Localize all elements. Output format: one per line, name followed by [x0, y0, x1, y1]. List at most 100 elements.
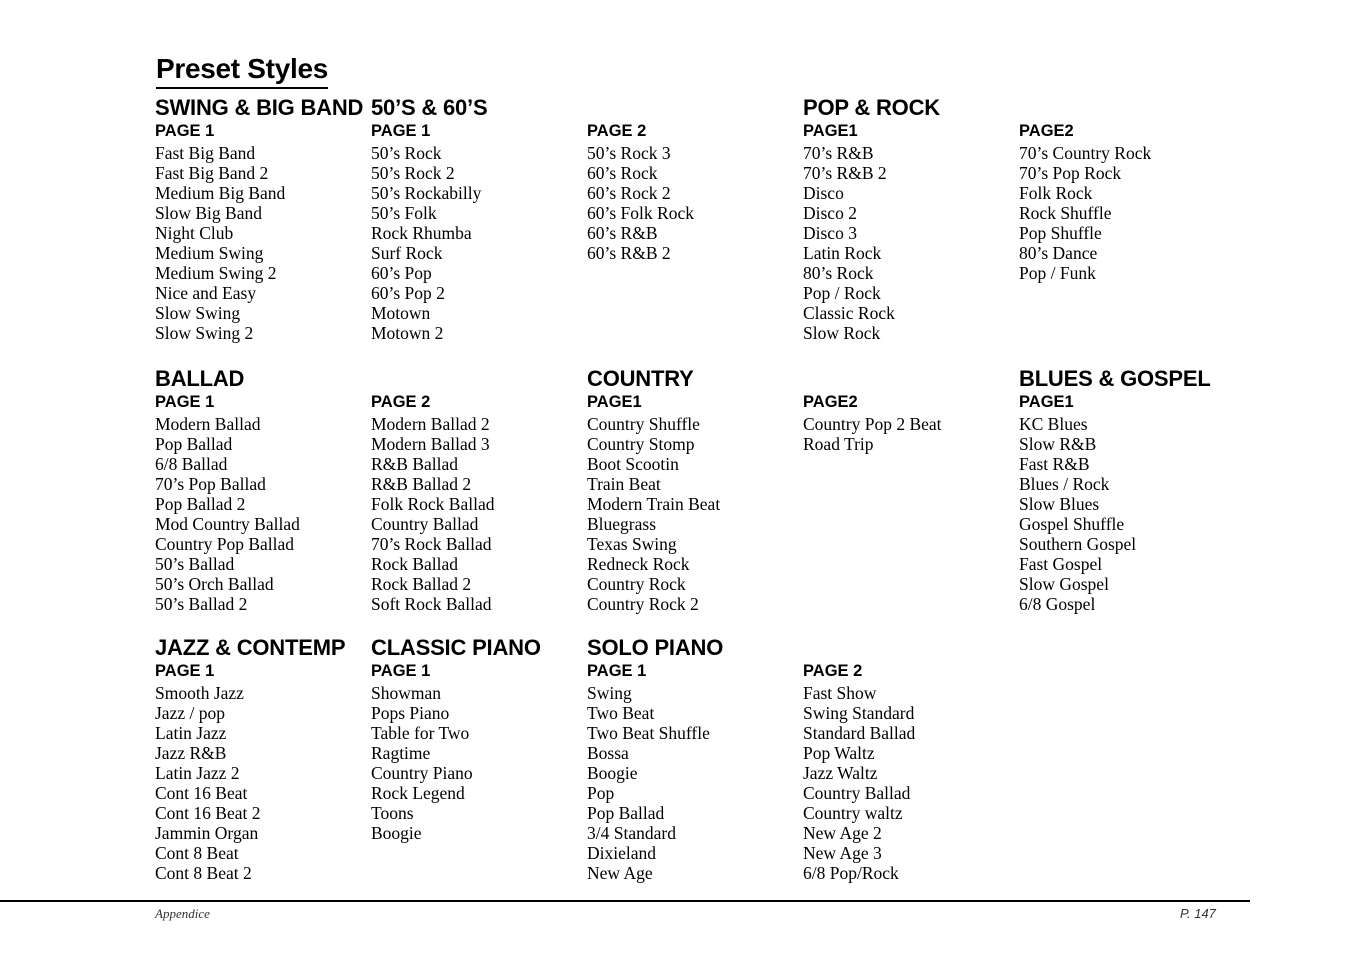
style-item: Slow Big Band [155, 203, 262, 223]
section-ballad-page2: PAGE 2 Modern Ballad 2 Modern Ballad 3 R&B … [371, 366, 581, 614]
style-item: Redneck Rock [587, 554, 690, 574]
style-item: Standard Ballad [803, 723, 916, 743]
style-item: Slow Blues [1019, 494, 1100, 514]
style-item: Motown [371, 303, 431, 323]
style-item: Fast Big Band [155, 143, 256, 163]
style-item: Bluegrass [587, 514, 657, 534]
style-item: Latin Rock [803, 243, 882, 263]
page-label: PAGE 2 [587, 122, 647, 140]
style-item: 50’s Rock 2 [371, 163, 455, 183]
style-item: Rock Ballad 2 [371, 574, 472, 594]
section-country-page1: COUNTRY PAGE1 Country Shuffle Country Stomp… [587, 366, 797, 614]
style-item: Slow Swing [155, 303, 241, 323]
page-label: PAGE 1 [155, 393, 215, 411]
style-item: Pop [587, 783, 615, 803]
page-label: PAGE1 [587, 393, 642, 411]
page-title: Preset Styles [156, 52, 328, 89]
style-item: Medium Swing [155, 243, 264, 263]
style-item: 50’s Rockabilly [371, 183, 482, 203]
style-item: Country Shuffle [587, 414, 700, 434]
style-item: Country Rock [587, 574, 686, 594]
style-item: Disco 3 [803, 223, 857, 243]
style-item: Rock Shuffle [1019, 203, 1112, 223]
style-item: Jammin Organ [155, 823, 259, 843]
style-item: Pop Ballad 2 [155, 494, 246, 514]
style-item: 70’s Country Rock [1019, 143, 1152, 163]
section-ballad-page1: BALLAD PAGE 1 Modern Ballad Pop Ballad 6/8 B… [155, 366, 365, 614]
style-item: Two Beat [587, 703, 655, 723]
section-fifties-page1: 50’S & 60’S PAGE 1 50’s Rock 50’s Rock 2 50’… [371, 95, 581, 343]
style-item: Pop Waltz [803, 743, 875, 763]
category-heading: BALLAD [155, 366, 245, 391]
style-item: Jazz Waltz [803, 763, 878, 783]
category-heading-spacer [1019, 95, 1229, 121]
style-item: 70’s R&B [803, 143, 874, 163]
style-item: Boogie [371, 823, 422, 843]
page-label: PAGE1 [803, 122, 858, 140]
style-item: 6/8 Gospel [1019, 594, 1096, 614]
style-item: Texas Swing [587, 534, 677, 554]
footer-page-number: P. 147 [1180, 906, 1216, 921]
style-item: Blues / Rock [1019, 474, 1110, 494]
page-label: PAGE 1 [155, 662, 215, 680]
style-item: Disco [803, 183, 844, 203]
page-label: PAGE2 [1019, 122, 1074, 140]
section-swing-page1: SWING & BIG BAND PAGE 1 Fast Big Band Fast … [155, 95, 365, 343]
page-label: PAGE 2 [803, 662, 863, 680]
style-item: Disco 2 [803, 203, 857, 223]
section-poprock-page2: PAGE2 70’s Country Rock 70’s Pop Rock Folk … [1019, 95, 1229, 283]
style-item: Modern Train Beat [587, 494, 721, 514]
style-item: Country waltz [803, 803, 903, 823]
style-item: 6/8 Pop/Rock [803, 863, 899, 883]
style-item: Jazz / pop [155, 703, 225, 723]
style-item: 70’s Pop Rock [1019, 163, 1122, 183]
footer-section-label: Appendice [155, 906, 210, 921]
style-item: Folk Rock [1019, 183, 1093, 203]
style-item: Modern Ballad 2 [371, 414, 490, 434]
style-item: Latin Jazz [155, 723, 227, 743]
style-item: Pop / Rock [803, 283, 881, 303]
style-item: 6/8 Ballad [155, 454, 228, 474]
style-item: Cont 16 Beat 2 [155, 803, 261, 823]
style-item: Ragtime [371, 743, 431, 763]
style-item: 70’s R&B 2 [803, 163, 887, 183]
section-jazz-page1: JAZZ & CONTEMP PAGE 1 Smooth Jazz Jazz / po… [155, 635, 365, 883]
style-item: 60’s Folk Rock [587, 203, 694, 223]
section-solo-page1: SOLO PIANO PAGE 1 Swing Two Beat Two Beat Sh… [587, 635, 797, 883]
style-item: Smooth Jazz [155, 683, 244, 703]
style-item: Gospel Shuffle [1019, 514, 1125, 534]
style-item: Fast R&B [1019, 454, 1090, 474]
section-country-page2: PAGE2 Country Pop 2 Beat Road Trip [803, 366, 1013, 454]
category-heading: SWING & BIG BAND [155, 95, 364, 120]
style-item: Pop Ballad [155, 434, 233, 454]
style-item: Slow Swing 2 [155, 323, 254, 343]
style-item: Fast Gospel [1019, 554, 1103, 574]
style-item: 60’s Pop [371, 263, 432, 283]
section-solo-page2: PAGE 2 Fast Show Swing Standard Standard Ba… [803, 635, 1013, 883]
style-item: 60’s Pop 2 [371, 283, 445, 303]
style-item: New Age [587, 863, 653, 883]
style-item: Rock Legend [371, 783, 465, 803]
category-heading-spacer [371, 366, 581, 392]
category-heading-spacer [587, 95, 797, 121]
style-item: Folk Rock Ballad [371, 494, 495, 514]
style-item: 70’s Rock Ballad [371, 534, 492, 554]
style-item: 70’s Pop Ballad [155, 474, 266, 494]
style-item: Latin Jazz 2 [155, 763, 240, 783]
section-classic-page1: CLASSIC PIANO PAGE 1 Showman Pops Piano Tabl… [371, 635, 581, 843]
style-item: 60’s Rock 2 [587, 183, 671, 203]
page-label: PAGE 2 [371, 393, 431, 411]
section-fifties-page2: PAGE 2 50’s Rock 3 60’s Rock 60’s Rock 2 60’… [587, 95, 797, 263]
category-heading-spacer [803, 366, 1013, 392]
style-item: Swing [587, 683, 632, 703]
page-label: PAGE 1 [587, 662, 647, 680]
style-item: 60’s R&B [587, 223, 658, 243]
style-item: Country Stomp [587, 434, 695, 454]
style-item: 50’s Rock [371, 143, 442, 163]
style-item: Country Rock 2 [587, 594, 699, 614]
style-item: Soft Rock Ballad [371, 594, 492, 614]
style-item: Dixieland [587, 843, 657, 863]
style-item: Pop / Funk [1019, 263, 1096, 283]
style-item: Fast Show [803, 683, 877, 703]
style-item: Medium Big Band [155, 183, 286, 203]
